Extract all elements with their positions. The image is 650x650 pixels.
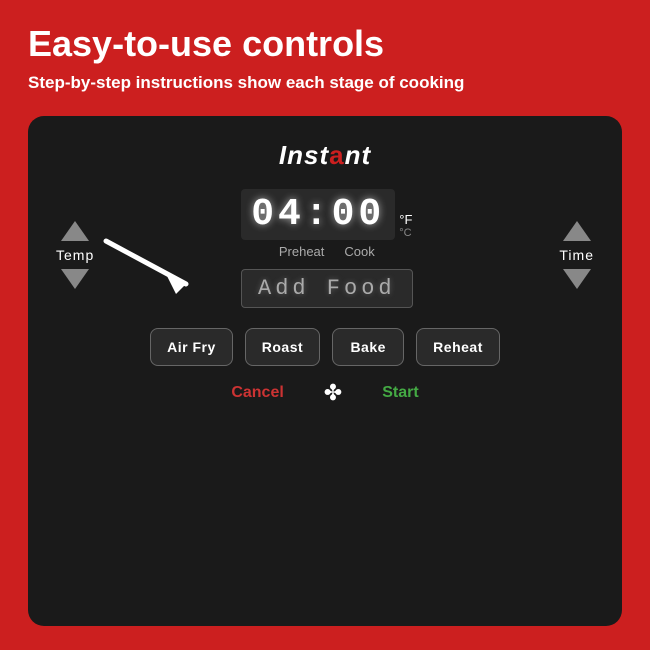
time-down-button[interactable] <box>563 269 591 289</box>
cook-label: Cook <box>344 244 374 259</box>
cancel-button[interactable]: Cancel <box>231 384 283 402</box>
air-fry-button[interactable]: Air Fry <box>150 328 233 366</box>
time-up-button[interactable] <box>563 221 591 241</box>
time-section: Time <box>559 221 594 289</box>
bake-button[interactable]: Bake <box>332 328 404 366</box>
arrow-pointer <box>96 236 206 296</box>
stage-labels: Preheat Cook <box>279 244 375 259</box>
brand-dot: a <box>329 140 344 170</box>
subtitle: Step-by-step instructions show each stag… <box>28 72 622 94</box>
time-display: 04:00 <box>241 189 395 240</box>
temp-down-button[interactable] <box>61 269 89 289</box>
function-buttons: Air Fry Roast Bake Reheat <box>150 328 500 366</box>
main-title: Easy-to-use controls <box>28 24 622 64</box>
roast-button[interactable]: Roast <box>245 328 320 366</box>
device-panel: Instant Temp 04:00 °F <box>28 116 622 626</box>
degree-unit: °F °C <box>399 212 412 239</box>
temp-label: Temp <box>56 247 94 263</box>
start-button[interactable]: Start <box>382 384 418 402</box>
brand-logo: Instant <box>279 140 371 171</box>
time-label: Time <box>559 247 594 263</box>
temp-section: Temp <box>56 221 94 289</box>
unit-c: °C <box>399 227 411 239</box>
bottom-controls: Cancel ✤ Start <box>231 380 418 406</box>
temp-up-button[interactable] <box>61 221 89 241</box>
reheat-button[interactable]: Reheat <box>416 328 500 366</box>
light-icon[interactable]: ✤ <box>324 380 342 406</box>
page-wrapper: Easy-to-use controls Step-by-step instru… <box>0 0 650 650</box>
time-display-row: 04:00 °F °C <box>241 189 412 240</box>
unit-f: °F <box>399 212 412 227</box>
add-food-display: Add Food <box>241 269 413 308</box>
display-area: 04:00 °F °C Preheat Cook Add Food <box>241 189 413 322</box>
preheat-label: Preheat <box>279 244 325 259</box>
